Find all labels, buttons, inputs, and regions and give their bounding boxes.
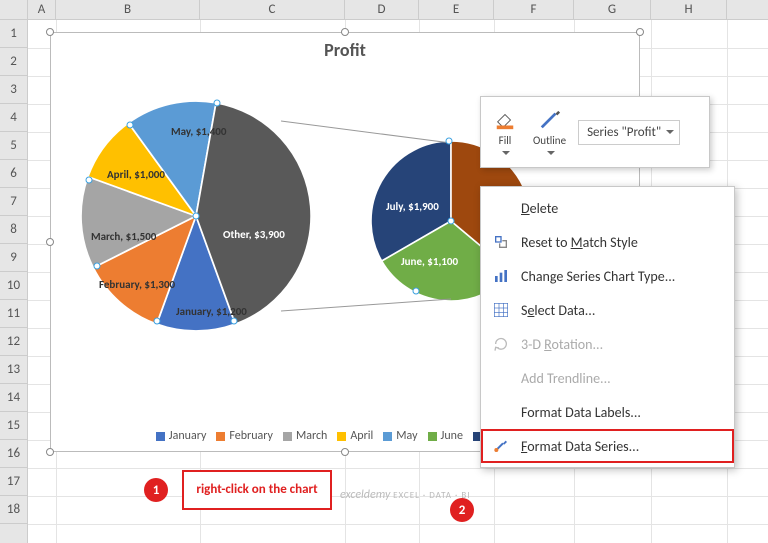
row-header[interactable]: 8 [0,216,27,244]
watermark: exceldemy EXCEL · DATA · BI [340,488,471,502]
col-header[interactable]: H [651,0,727,19]
row-header[interactable]: 9 [0,244,27,272]
col-header[interactable]: E [419,0,494,19]
row-header[interactable]: 17 [0,468,27,496]
data-label[interactable]: May, $1,400 [171,126,226,138]
col-header[interactable]: G [574,0,651,19]
blank-icon [491,198,511,218]
row-headers: 123456789101112131415161718 [0,20,28,543]
ctx-d-rotation: 3-D Rotation... [481,327,734,361]
ctx-item-label: Reset to Match Style [521,234,638,251]
legend-swatch [383,432,392,441]
legend-label: February [229,429,273,443]
chart-type-icon [491,266,511,286]
row-header[interactable]: 18 [0,496,27,524]
row-header[interactable]: 13 [0,356,27,384]
row-header[interactable]: 2 [0,48,27,76]
callout-1: right-click on the chart [182,470,332,510]
legend-swatch [428,432,437,441]
mini-toolbar: Fill Outline Series "Profit" [480,96,710,168]
ctx-format-data-series[interactable]: Format Data Series... [481,429,734,463]
ctx-add-trendline: Add Trendline... [481,361,734,395]
chart-title[interactable]: Profit [51,39,639,61]
col-header[interactable]: D [345,0,419,19]
legend-label: January [169,429,207,443]
callout-badge-1: 1 [144,478,168,502]
data-label[interactable]: February, $1,300 [99,279,175,291]
ctx-item-label: Format Data Labels... [521,404,641,421]
ctx-item-label: Change Series Chart Type... [521,268,675,285]
outline-icon [538,108,562,132]
col-header[interactable]: A [28,0,56,19]
legend-item[interactable]: June [428,429,463,443]
context-menu: Delete Reset to Match Style Change Series … [480,186,735,468]
legend-swatch [337,432,346,441]
row-header[interactable]: 10 [0,272,27,300]
column-headers: ABCDEFGH [0,0,768,20]
data-label[interactable]: Other, $3,900 [223,229,285,241]
legend-label: June [441,429,463,443]
ctx-select-data[interactable]: Select Data... [481,293,734,327]
data-label[interactable]: January, $1,200 [176,306,247,318]
row-header[interactable]: 7 [0,188,27,216]
ctx-item-label: Delete [521,200,558,217]
chevron-down-icon [502,151,510,159]
legend-label: April [350,429,373,443]
blank-icon [491,402,511,422]
row-header[interactable]: 16 [0,440,27,468]
legend-item[interactable]: April [337,429,373,443]
data-label[interactable]: July, $1,900 [386,201,439,213]
blank-icon [491,368,511,388]
row-header[interactable]: 12 [0,328,27,356]
row-header[interactable]: 1 [0,20,27,48]
ctx-format-data-labels[interactable]: Format Data Labels... [481,395,734,429]
row-header[interactable]: 14 [0,384,27,412]
ctx-delete[interactable]: Delete [481,191,734,225]
legend-swatch [156,432,165,441]
row-header[interactable]: 6 [0,160,27,188]
ctx-item-label: 3-D Rotation... [521,336,603,353]
data-label[interactable]: April, $1,000 [107,169,165,181]
legend-item[interactable]: March [283,429,327,443]
col-header[interactable]: C [200,0,345,19]
legend-item[interactable]: February [216,429,273,443]
format-series-icon [491,436,511,456]
fill-icon [493,108,517,132]
legend-item[interactable]: January [156,429,207,443]
ctx-reset-to-match-style[interactable]: Reset to Match Style [481,225,734,259]
ctx-item-label: Format Data Series... [521,438,639,455]
data-label[interactable]: March, $1,500 [91,231,156,243]
col-header[interactable]: B [56,0,200,19]
legend-item[interactable]: May [383,429,417,443]
legend-swatch [216,432,225,441]
ctx-item-label: Select Data... [521,302,595,319]
outline-button[interactable]: Outline [529,106,570,159]
fill-button[interactable]: Fill [489,106,521,159]
legend-label: March [296,429,327,443]
select-data-icon [491,300,511,320]
legend-swatch [283,432,292,441]
data-label[interactable]: June, $1,100 [401,256,458,268]
ctx-item-label: Add Trendline... [521,370,611,387]
row-header[interactable]: 3 [0,76,27,104]
col-header[interactable]: F [494,0,574,19]
rotate-icon [491,334,511,354]
row-header[interactable]: 15 [0,412,27,440]
ctx-change-series-chart-type[interactable]: Change Series Chart Type... [481,259,734,293]
chevron-down-icon [547,151,555,159]
legend-label: May [396,429,417,443]
row-header[interactable]: 11 [0,300,27,328]
reset-icon [491,232,511,252]
row-header[interactable]: 4 [0,104,27,132]
series-selector[interactable]: Series "Profit" [578,120,680,145]
row-header[interactable]: 5 [0,132,27,160]
